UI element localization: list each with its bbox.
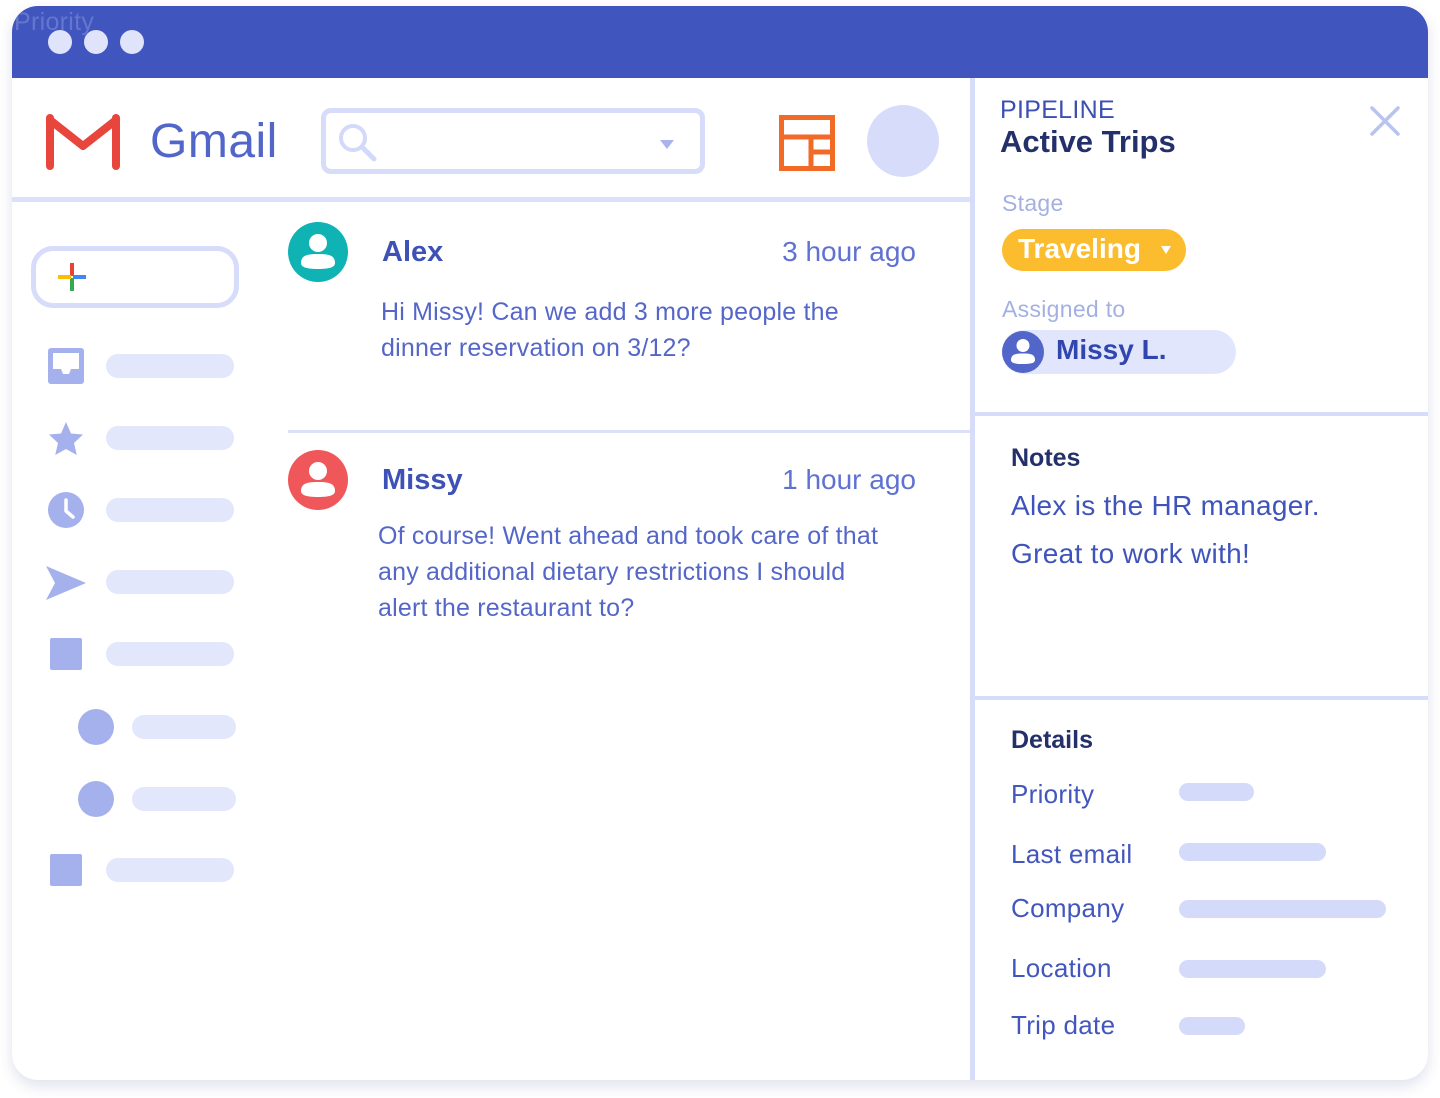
star-icon [49,422,83,455]
close-icon[interactable] [1370,106,1400,136]
pipeline-label: PIPELINE [1000,96,1115,124]
detail-value-placeholder[interactable] [1179,843,1326,861]
sidebar-item-label-folder[interactable] [48,852,238,890]
sidebar-subitem[interactable] [76,708,238,746]
sidebar-item-label-folder[interactable] [48,636,238,674]
person-icon [301,462,335,497]
sidebar-item-inbox[interactable] [48,348,238,386]
sidebar-item-label [106,426,234,450]
stage-value: Traveling [1018,233,1141,264]
inbox-icon [48,348,84,384]
circle-icon [78,709,114,745]
crm-side-panel: PIPELINE Active Trips Stage Traveling As… [975,78,1428,1080]
details-title: Details [1011,726,1093,754]
sidebar-subitem[interactable] [76,780,238,818]
compose-button[interactable] [31,246,239,308]
sidebar-item-label [106,642,234,666]
app-name: Gmail [150,115,278,168]
detail-value-placeholder[interactable] [1179,960,1326,978]
message-item[interactable]: Alex 3 hour ago Hi Missy! Can we add 3 m… [288,222,948,422]
caret-down-icon[interactable] [660,140,674,149]
detail-label-trip-date: Trip date [1011,1010,1116,1040]
detail-label-location: Location [1011,953,1112,983]
message-body: Hi Missy! Can we add 3 more people the d… [381,294,839,366]
sender-name: Missy [382,464,463,496]
section-divider [975,696,1428,700]
message-body: Of course! Went ahead and took care of t… [378,518,878,626]
notes-content[interactable]: Alex is the HR manager. Great to work wi… [1011,482,1421,578]
layout-icon[interactable] [779,115,835,171]
detail-label-last-email: Last email [1011,839,1133,869]
person-icon [301,234,335,269]
assignee-avatar [1002,331,1044,373]
section-divider [975,412,1428,416]
assignee-name: Missy L. [1056,334,1167,365]
plus-icon [58,263,86,291]
detail-value-placeholder[interactable] [1179,1017,1245,1035]
message-line: Hi Missy! Can we add 3 more people the [381,298,839,326]
title-bar: Priority [12,6,1428,78]
assignee-chip[interactable]: Missy L. [1002,330,1236,374]
window-control-dot[interactable] [120,30,144,54]
avatar[interactable] [867,105,939,177]
person-icon [1011,339,1035,364]
message-line: Of course! Went ahead and took care of t… [378,522,879,550]
detail-value-placeholder[interactable] [1179,900,1386,918]
note-line: Great to work with! [1011,538,1251,569]
window-control-dot[interactable] [48,30,72,54]
stage-label: Stage [1002,190,1064,216]
send-icon [46,566,86,600]
gmail-logo-icon[interactable] [46,114,120,170]
message-time: 3 hour ago [782,236,916,267]
detail-label-company: Company [1011,893,1125,923]
sidebar-item-label [106,570,234,594]
window-control-dot[interactable] [84,30,108,54]
search-icon [339,124,377,162]
message-line: alert the restaurant to? [378,594,635,622]
caret-down-icon [1161,246,1171,254]
square-icon [50,638,82,670]
message-time: 1 hour ago [782,464,916,495]
mail-header: Gmail [12,78,970,202]
note-line: Alex is the HR manager. [1011,490,1320,521]
notes-title: Notes [1011,444,1081,472]
pipeline-title: Active Trips [1000,124,1176,159]
search-input[interactable] [321,108,705,174]
sidebar-item-label [106,858,234,882]
clock-icon [48,492,84,528]
message-item[interactable]: Missy 1 hour ago Of course! Went ahead a… [288,450,948,630]
sidebar-item-label [132,715,236,739]
sidebar-item-starred[interactable] [48,420,238,458]
square-icon [50,854,82,886]
message-line: dinner reservation on 3/12? [381,334,691,362]
detail-value-placeholder[interactable] [1179,783,1254,801]
sidebar-item-sent[interactable] [46,564,238,602]
assigned-label: Assigned to [1002,296,1126,322]
app-window: Priority Gmail Alex 3 hour ago Hi Missy!… [12,6,1428,1080]
message-line: any additional dietary restrictions I sh… [378,558,846,586]
sender-avatar [288,450,348,510]
sender-name: Alex [382,236,444,268]
detail-label-priority: Priority [1011,779,1095,809]
sidebar-item-label [132,787,236,811]
sidebar-item-label [106,498,234,522]
circle-icon [78,781,114,817]
sidebar-item-label [106,354,234,378]
stage-dropdown[interactable]: Traveling [1002,229,1186,271]
message-divider [288,430,970,433]
sidebar-item-snoozed[interactable] [48,492,238,530]
sender-avatar [288,222,348,282]
